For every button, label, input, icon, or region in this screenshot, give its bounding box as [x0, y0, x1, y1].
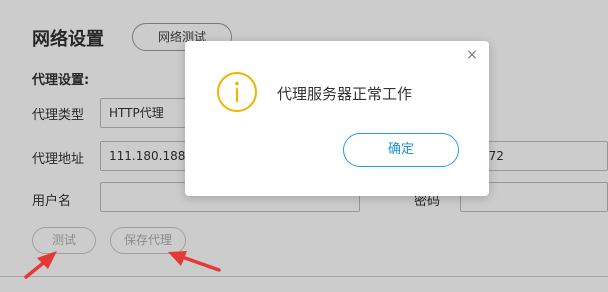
info-icon — [217, 72, 257, 112]
confirm-button[interactable]: 确定 — [343, 133, 459, 167]
close-icon[interactable]: × — [464, 47, 480, 63]
proxy-status-dialog: × 代理服务器正常工作 确定 — [185, 41, 489, 196]
dialog-message: 代理服务器正常工作 — [277, 85, 413, 103]
